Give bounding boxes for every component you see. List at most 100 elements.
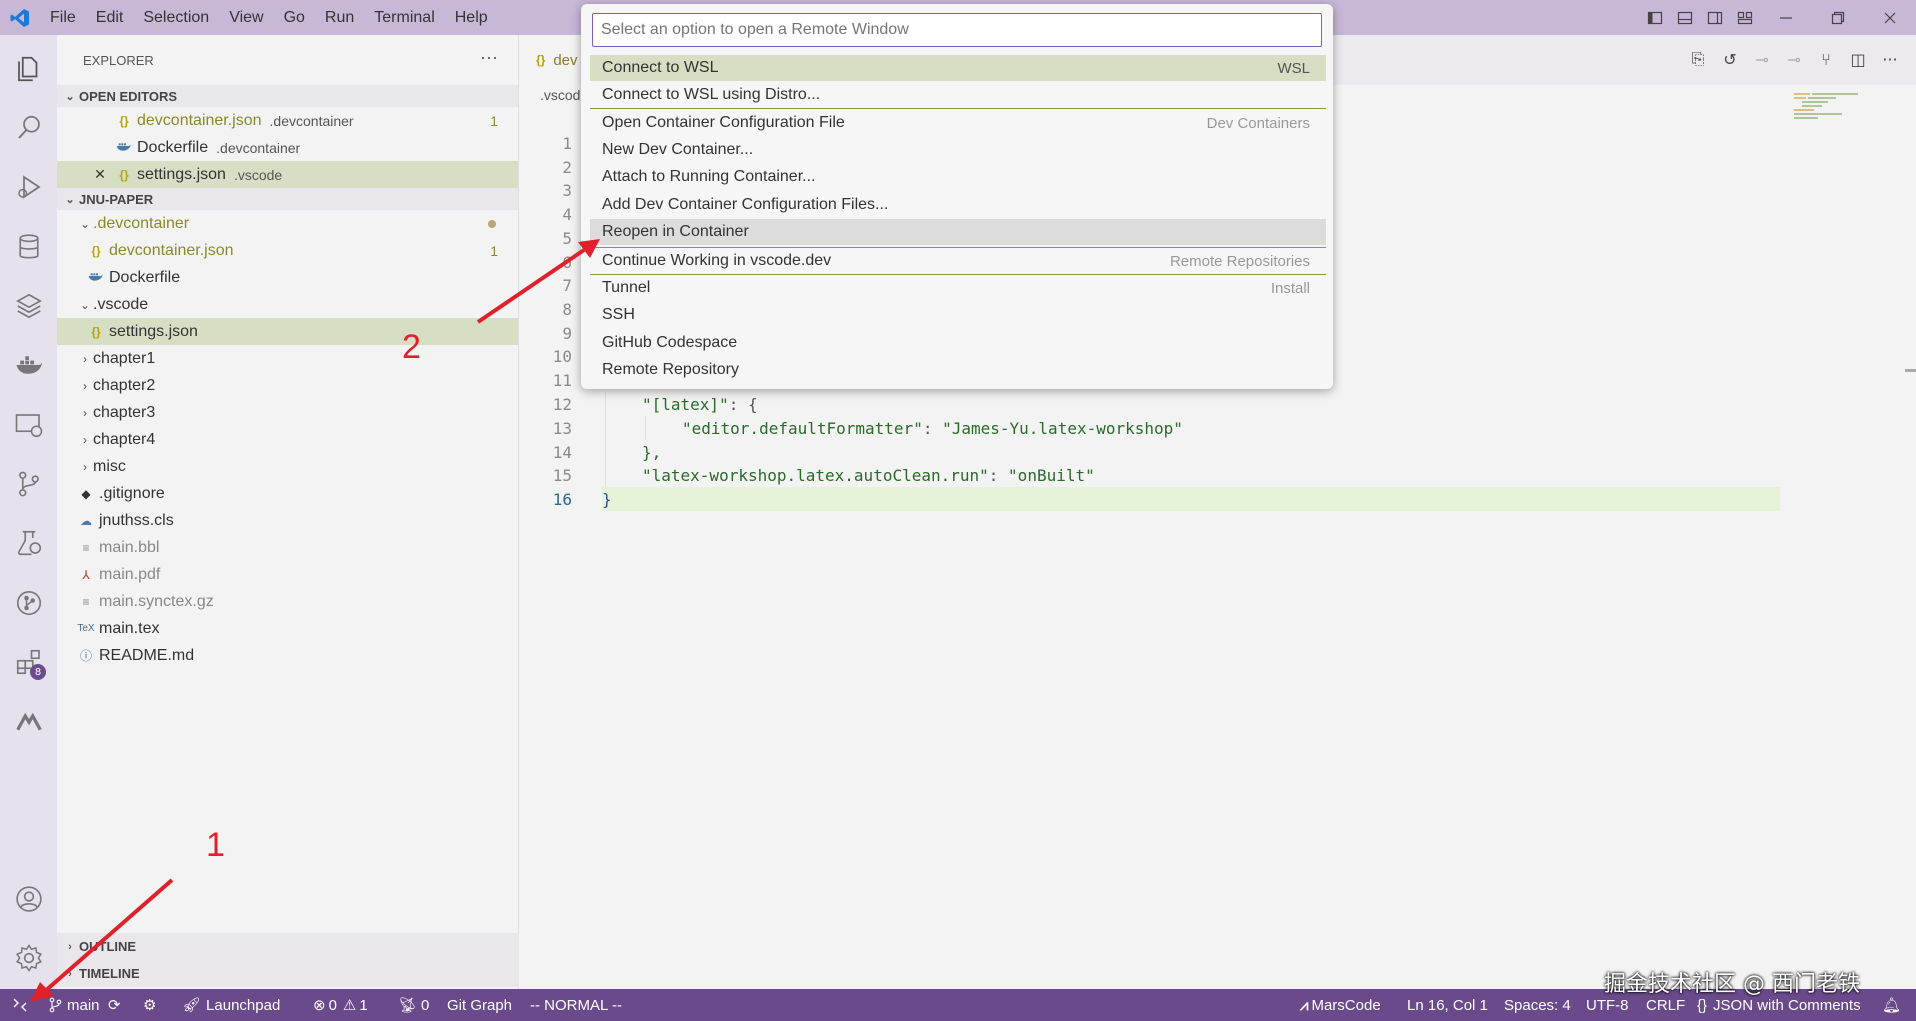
menu-view[interactable]: View [219, 9, 273, 27]
timeline-header[interactable]: › TIMELINE [57, 960, 519, 987]
quick-pick-item[interactable]: Tunnel Install [590, 275, 1326, 301]
tree-file[interactable]: ⅄ main.pdf [57, 561, 518, 588]
git-graph-button[interactable]: Git Graph [447, 989, 512, 1021]
quick-pick-item[interactable]: Continue Working in vscode.dev Remote Re… [590, 248, 1326, 274]
customize-layout-icon[interactable] [1730, 0, 1760, 35]
open-editor-item[interactable]: ✕ {} settings.json .vscode [57, 161, 518, 188]
menu-selection[interactable]: Selection [133, 9, 219, 27]
git-graph-action-icon[interactable]: ⑂ [1810, 45, 1842, 73]
problems-indicator[interactable]: ⊗ 0 ⚠ 1 [313, 989, 368, 1021]
explorer-icon[interactable] [0, 45, 57, 93]
menu-file[interactable]: File [40, 9, 86, 27]
tree-file[interactable]: TeX main.tex [57, 615, 518, 642]
ports-indicator[interactable]: 📡︎ 0 [398, 989, 429, 1021]
notifications-bell-icon[interactable]: 🔔︎ [1882, 989, 1901, 1021]
menu-run[interactable]: Run [315, 9, 364, 27]
testing-icon[interactable] [0, 519, 57, 567]
git-graph-icon[interactable] [0, 579, 57, 627]
minimap[interactable] [1792, 90, 1872, 130]
tree-folder[interactable]: › chapter4 [57, 426, 518, 453]
quick-pick-item-label: Tunnel [602, 279, 651, 296]
sync-icon[interactable]: ⟳ [108, 989, 121, 1021]
settings-gear-icon[interactable] [0, 934, 57, 982]
tree-folder[interactable]: ⌄ .devcontainer [57, 210, 518, 237]
tree-file[interactable]: Dockerfile [57, 264, 518, 291]
restore-icon[interactable] [1812, 0, 1864, 35]
marscode-indicator[interactable]: ⩘ MarsCode [1300, 989, 1381, 1021]
docker-icon[interactable] [0, 341, 57, 389]
quick-pick-item[interactable]: Add Dev Container Configuration Files... [590, 192, 1326, 218]
branch-indicator[interactable]: main [48, 989, 100, 1021]
account-icon[interactable] [0, 875, 57, 923]
tree-item-label: jnuthss.cls [99, 511, 174, 529]
quick-pick-item[interactable]: GitHub Codespace [590, 330, 1326, 356]
minimize-icon[interactable] [1760, 0, 1812, 35]
previous-change-icon[interactable]: ⊸ [1746, 45, 1778, 73]
source-control-icon[interactable] [0, 460, 57, 508]
tree-item-label: .devcontainer [93, 214, 190, 232]
menu-help[interactable]: Help [445, 9, 498, 27]
toggle-panel-icon[interactable] [1670, 0, 1700, 35]
search-icon[interactable] [0, 104, 57, 152]
more-actions-icon[interactable]: ··· [1874, 45, 1906, 73]
quick-pick-item[interactable]: New Dev Container... [590, 137, 1326, 163]
database-icon[interactable] [0, 223, 57, 271]
outline-header[interactable]: › OUTLINE [57, 933, 519, 960]
menu-go[interactable]: Go [274, 9, 315, 27]
close-icon[interactable]: ✕ [89, 166, 111, 183]
tree-file[interactable]: ☁ jnuthss.cls [57, 507, 518, 534]
open-editor-item[interactable]: Dockerfile .devcontainer [57, 134, 518, 161]
split-editor-icon[interactable]: ◫ [1842, 45, 1874, 73]
launchpad-indicator[interactable]: 🚀︎ Launchpad [182, 989, 280, 1021]
tree-file[interactable]: {} settings.json [57, 318, 518, 345]
tree-folder[interactable]: › chapter1 [57, 345, 518, 372]
tree-folder[interactable]: › misc [57, 453, 518, 480]
editor-tab[interactable]: {} dev [520, 35, 580, 85]
git-commit-icon[interactable]: ⚙ [143, 989, 156, 1021]
quick-pick-item[interactable]: Remote Repository [590, 357, 1326, 383]
tree-file[interactable]: ≡ main.bbl [57, 534, 518, 561]
remote-explorer-icon[interactable] [0, 401, 57, 449]
quick-pick-item[interactable]: Open Container Configuration File Dev Co… [590, 110, 1326, 136]
quick-pick-item[interactable]: Connect to WSL using Distro... [590, 82, 1326, 108]
quick-pick-input[interactable] [592, 13, 1322, 47]
quick-pick-item[interactable]: Connect to WSL WSL [590, 55, 1326, 81]
open-editors-header[interactable]: ⌄ OPEN EDITORS [57, 85, 518, 107]
open-preview-icon[interactable]: ⎘ [1682, 45, 1714, 73]
tree-file[interactable]: ◆ .gitignore [57, 480, 518, 507]
project-header[interactable]: ⌄ JNU-PAPER [57, 188, 518, 210]
indentation[interactable]: Spaces: 4 [1504, 989, 1571, 1021]
quick-pick-item[interactable]: SSH [590, 302, 1326, 328]
layers-icon[interactable] [0, 282, 57, 330]
menu-edit[interactable]: Edit [86, 9, 134, 27]
marscode-icon[interactable] [0, 697, 57, 745]
go-back-icon[interactable]: ↺ [1714, 45, 1746, 73]
line-number: 8 [562, 299, 572, 319]
text-file-icon: ≡ [82, 540, 90, 555]
more-actions-icon[interactable]: ··· [480, 47, 498, 68]
breadcrumb[interactable]: .vscod [540, 87, 580, 103]
tree-folder[interactable]: › chapter2 [57, 372, 518, 399]
chevron-right-icon: › [83, 405, 87, 420]
tree-file[interactable]: ⓘ README.md [57, 642, 518, 669]
remote-indicator-icon[interactable] [0, 989, 40, 1021]
toggle-primary-sidebar-icon[interactable] [1640, 0, 1670, 35]
quick-pick-item-reopen-in-container[interactable]: Reopen in Container [590, 219, 1326, 245]
marscode-icon: ⩘ [1300, 996, 1309, 1014]
run-debug-icon[interactable] [0, 163, 57, 211]
tree-file[interactable]: {} devcontainer.json 1 [57, 237, 518, 264]
tree-file[interactable]: ≡ main.synctex.gz [57, 588, 518, 615]
scrollbar-marker[interactable] [1905, 369, 1916, 372]
menu-terminal[interactable]: Terminal [364, 9, 444, 27]
open-editor-item[interactable]: {} devcontainer.json .devcontainer 1 [57, 107, 518, 134]
quick-pick-item[interactable]: Attach to Running Container... [590, 164, 1326, 190]
problem-count: 1 [490, 242, 498, 259]
next-change-icon[interactable]: ⊸ [1778, 45, 1810, 73]
cursor-position[interactable]: Ln 16, Col 1 [1407, 989, 1488, 1021]
tree-folder[interactable]: › chapter3 [57, 399, 518, 426]
close-window-icon[interactable] [1864, 0, 1916, 35]
vscode-logo-icon [0, 0, 40, 35]
tree-folder[interactable]: ⌄ .vscode [57, 291, 518, 318]
toggle-secondary-sidebar-icon[interactable] [1700, 0, 1730, 35]
extensions-icon[interactable]: 8 [0, 638, 57, 686]
